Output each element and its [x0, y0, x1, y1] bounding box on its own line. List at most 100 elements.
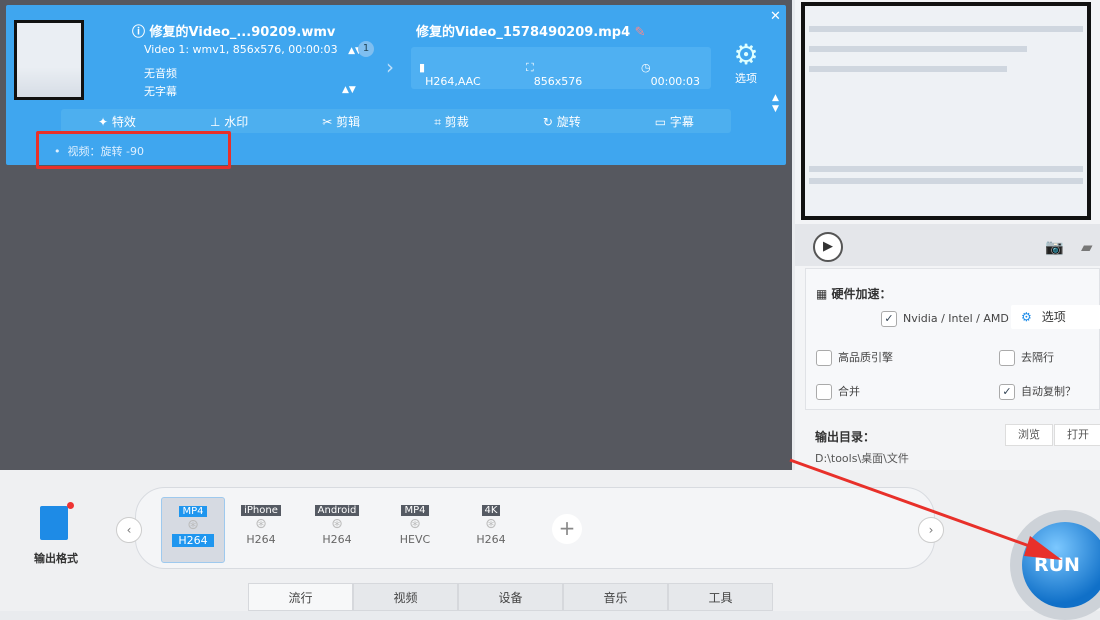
- tool-label: 字幕: [669, 114, 694, 129]
- gear-icon: ⚙: [733, 38, 759, 71]
- tab-devices[interactable]: 设备: [458, 583, 563, 611]
- codec-text: H264,AAC: [425, 75, 481, 88]
- preset-codec: H264: [322, 533, 352, 546]
- preset-codec: H264: [172, 534, 214, 547]
- player-controls: ▶ 📷 ▰: [795, 224, 1100, 266]
- play-icon[interactable]: ▶: [813, 232, 843, 262]
- tool-crop[interactable]: ⌗ 剪裁: [434, 113, 469, 130]
- resolution-text: 856x576: [533, 75, 583, 88]
- checkbox[interactable]: [816, 384, 832, 400]
- tool-label: 水印: [224, 114, 249, 129]
- subtitle-spinner-icon[interactable]: ▲▼: [342, 85, 356, 95]
- checkbox-checked[interactable]: ✓: [881, 311, 897, 327]
- film-reel-icon: ⊛: [255, 516, 267, 532]
- checkbox-checked[interactable]: ✓: [999, 384, 1015, 400]
- audio-track[interactable]: 无音频: [144, 65, 177, 81]
- preset-tag: 4K: [481, 505, 501, 516]
- output-title[interactable]: 修复的Video_1578490209.mp4 ✎: [416, 21, 646, 40]
- resolution-info: ⛶ 856x576: [526, 61, 583, 88]
- film-reel-icon: ⊛: [485, 516, 497, 532]
- right-panel: ▶ 📷 ▰ ▦ 硬件加速： ✓ Nvidia / Intel / AMD ⚙ 选项 …: [795, 0, 1100, 470]
- duration-info: ◷ 00:00:03: [641, 61, 701, 88]
- auto-copy-checkbox[interactable]: ✓ 自动复制？: [999, 383, 1076, 400]
- film-reel-icon: ⊛: [409, 516, 421, 532]
- preset-android[interactable]: Android ⊛ H264: [305, 497, 369, 563]
- preset-mp4-hevc[interactable]: MP4 ⊛ HEVC: [383, 497, 447, 563]
- tab-popular[interactable]: 流行: [248, 583, 353, 611]
- folder-icon[interactable]: ▰: [1081, 238, 1093, 256]
- deinterlace-label: 去隔行: [1021, 351, 1054, 364]
- tab-music[interactable]: 音乐: [563, 583, 668, 611]
- subtitle-track[interactable]: 无字幕: [144, 83, 177, 99]
- deinterlace-checkbox[interactable]: 去隔行: [999, 349, 1054, 366]
- duration-text: 00:00:03: [650, 75, 701, 88]
- tool-label: 剪裁: [444, 114, 469, 129]
- chevron-left-icon[interactable]: ‹: [116, 517, 142, 543]
- tool-label: 旋转: [556, 114, 581, 129]
- output-dir-path[interactable]: D:\tools\桌面\文件: [815, 450, 909, 466]
- browse-button[interactable]: 浏览: [1005, 424, 1053, 446]
- tool-effects[interactable]: ✦ 特效: [98, 113, 136, 130]
- category-tabs: 流行 视频 设备 音乐 工具: [248, 583, 773, 611]
- preset-tag: MP4: [179, 506, 207, 517]
- preset-4k[interactable]: 4K ⊛ H264: [459, 497, 523, 563]
- hw-options-button[interactable]: ⚙ 选项: [1011, 305, 1100, 329]
- tool-rotate[interactable]: ↻ 旋转: [543, 113, 581, 130]
- preset-iphone[interactable]: iPhone ⊛ H264: [229, 497, 293, 563]
- options-button-label: 选项: [1041, 310, 1066, 324]
- output-filename: 修复的Video_1578490209.mp4: [416, 25, 631, 40]
- preset-tag: Android: [314, 505, 360, 516]
- run-button[interactable]: RUN: [1022, 522, 1100, 608]
- merge-label: 合并: [838, 385, 860, 398]
- preset-tag: iPhone: [241, 505, 281, 516]
- film-reel-icon: ⊛: [187, 517, 199, 533]
- codec-options-button[interactable]: ⚙ 选项: [726, 40, 766, 86]
- tab-tools[interactable]: 工具: [668, 583, 773, 611]
- gear-icon: ⚙: [1021, 310, 1032, 324]
- preset-tag: MP4: [401, 505, 429, 516]
- settings-panel: ▦ 硬件加速： ✓ Nvidia / Intel / AMD ⚙ 选项 高品质引擎 …: [805, 268, 1100, 410]
- output-format-icon[interactable]: [40, 502, 74, 540]
- options-label: 选项: [735, 72, 757, 85]
- close-icon[interactable]: ✕: [770, 9, 781, 24]
- tool-label: 剪辑: [336, 114, 361, 129]
- tool-subtitle[interactable]: ▭ 字幕: [655, 113, 694, 130]
- checkbox[interactable]: [816, 350, 832, 366]
- preset-codec: H264: [246, 533, 276, 546]
- camera-icon[interactable]: 📷: [1045, 238, 1064, 256]
- highlight-annotation-box: [36, 131, 231, 169]
- hw-option-label: Nvidia / Intel / AMD: [903, 312, 1009, 325]
- output-info: ▮ H264,AAC ⛶ 856x576 ◷ 00:00:03: [411, 47, 711, 89]
- hw-accel-text: 硬件加速：: [831, 287, 892, 301]
- track-count-badge: 1: [358, 41, 374, 57]
- video-track-text: Video 1: wmv1, 856x576, 00:00:03: [144, 43, 338, 56]
- source-filename: 修复的Video_...90209.wmv: [149, 25, 336, 40]
- reorder-arrows-icon[interactable]: ▲ ▼: [772, 93, 779, 115]
- video-thumbnail: [14, 20, 84, 100]
- preset-codec: H264: [476, 533, 506, 546]
- codec-info: ▮ H264,AAC: [419, 61, 481, 88]
- tab-video[interactable]: 视频: [353, 583, 458, 611]
- add-preset-button[interactable]: +: [552, 514, 582, 544]
- output-dir-label: 输出目录：: [815, 430, 876, 444]
- video-preview: [801, 2, 1091, 220]
- source-video-track[interactable]: Video 1: wmv1, 856x576, 00:00:03 ▲▼: [144, 43, 362, 56]
- output-format-label: 输出格式: [34, 552, 78, 565]
- edit-icon[interactable]: ✎: [635, 25, 646, 40]
- chip-icon: ▦: [816, 287, 828, 301]
- task-list-area: ⓘ 修复的Video_...90209.wmv Video 1: wmv1, 8…: [0, 0, 792, 470]
- preset-mp4-h264[interactable]: MP4 ⊛ H264: [161, 497, 225, 563]
- open-button[interactable]: 打开: [1054, 424, 1100, 446]
- chevron-right-icon: ›: [386, 55, 394, 79]
- source-title: ⓘ 修复的Video_...90209.wmv: [132, 25, 336, 40]
- merge-checkbox[interactable]: 合并: [816, 383, 860, 400]
- checkbox[interactable]: [999, 350, 1015, 366]
- tool-cut[interactable]: ✂ 剪辑: [322, 113, 360, 130]
- hq-engine-checkbox[interactable]: 高品质引擎: [816, 349, 893, 366]
- hw-accel-label: ▦ 硬件加速：: [816, 285, 892, 302]
- hq-engine-label: 高品质引擎: [838, 351, 893, 364]
- chevron-right-icon[interactable]: ›: [918, 517, 944, 543]
- tool-watermark[interactable]: ⊥ 水印: [210, 113, 248, 130]
- hw-accel-checkbox[interactable]: ✓ Nvidia / Intel / AMD: [881, 311, 1009, 327]
- preset-codec: HEVC: [399, 533, 431, 546]
